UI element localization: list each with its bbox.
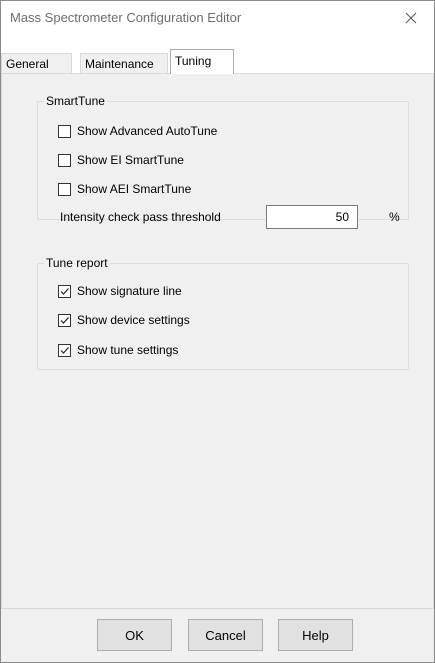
show-device-settings-checkbox[interactable]: Show device settings [58,311,190,329]
show-signature-line-checkbox[interactable]: Show signature line [58,282,182,300]
show-ei-smarttune-checkbox[interactable]: Show EI SmartTune [58,151,184,169]
cancel-button[interactable]: Cancel [188,619,263,651]
show-aei-smarttune-checkbox[interactable]: Show AEI SmartTune [58,180,191,198]
checkbox-box[interactable] [58,153,71,167]
checkmark-icon [60,346,69,354]
tab-strip: General Maintenance Tuning [1,34,434,74]
checkmark-icon [60,316,69,324]
dialog-window: Mass Spectrometer Configuration Editor G… [0,0,435,663]
window-title: Mass Spectrometer Configuration Editor [10,10,242,25]
checkbox-label: Show signature line [77,284,182,298]
cancel-button-label: Cancel [205,627,246,643]
checkbox-label: Show Advanced AutoTune [77,124,218,138]
threshold-label: Intensity check pass threshold [60,210,221,224]
show-tune-settings-checkbox[interactable]: Show tune settings [58,341,178,359]
dialog-footer: OK Cancel Help [1,609,434,662]
tab-general[interactable]: General [1,53,72,73]
tab-tuning[interactable]: Tuning [170,49,234,74]
checkbox-label: Show device settings [77,313,190,327]
checkbox-box[interactable] [58,124,71,138]
help-button[interactable]: Help [278,619,353,651]
show-advanced-autotune-checkbox[interactable]: Show Advanced AutoTune [58,122,217,140]
close-button[interactable] [388,1,434,34]
tab-maintenance-label: Maintenance [85,57,154,71]
tab-maintenance[interactable]: Maintenance [80,53,168,73]
close-icon [405,12,417,23]
checkbox-box[interactable] [58,343,71,357]
tuning-tab-panel: SmartTune Show Advanced AutoTune Show EI… [1,73,434,609]
help-button-label: Help [302,627,329,643]
ok-button-label: OK [125,627,144,643]
checkmark-icon [60,287,69,295]
ok-button[interactable]: OK [97,619,172,651]
checkbox-box[interactable] [58,182,71,196]
tab-general-label: General [6,57,49,71]
checkbox-box[interactable] [58,313,71,327]
checkbox-box[interactable] [58,284,71,298]
smarttune-legend: SmartTune [46,94,105,108]
checkbox-label: Show tune settings [77,343,179,357]
tune-report-legend: Tune report [46,256,108,270]
tab-tuning-label: Tuning [175,54,212,68]
checkbox-label: Show AEI SmartTune [77,182,192,196]
checkbox-label: Show EI SmartTune [77,153,184,167]
threshold-unit: % [389,210,400,224]
title-bar[interactable]: Mass Spectrometer Configuration Editor [1,1,434,34]
threshold-input[interactable]: 50 [266,205,358,229]
